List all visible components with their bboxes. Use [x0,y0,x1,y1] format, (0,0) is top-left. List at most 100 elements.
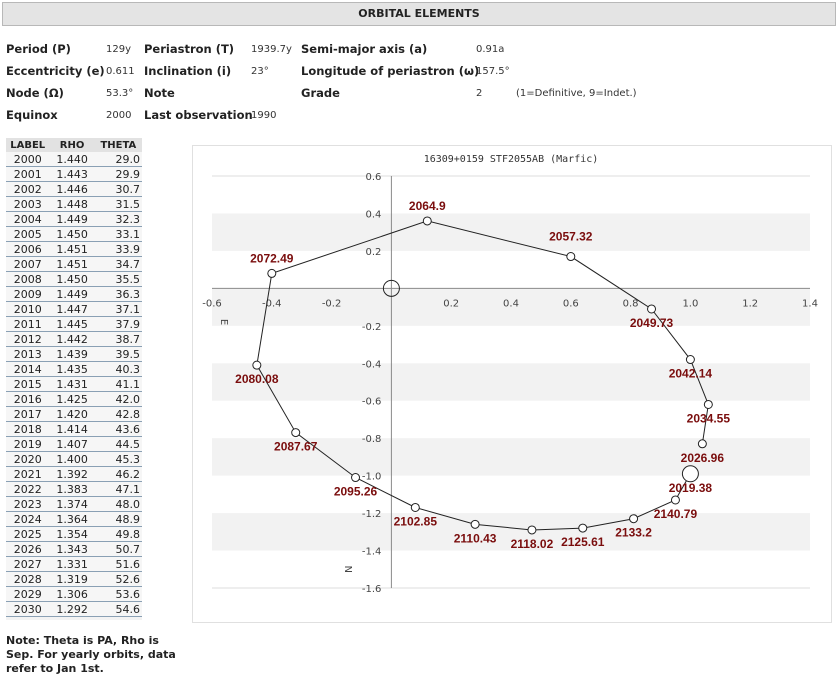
orbit-point [422,216,432,226]
cell-label: 2008 [6,271,50,287]
point-label: 2102.85 [394,514,438,528]
longitude-label: Longitude of periastron (ω) [301,64,480,78]
y-tick-label: -0.8 [362,434,382,445]
point-label: 2087.67 [274,440,318,454]
point-label: 2072.49 [250,251,294,265]
cell-label: 2028 [6,571,50,587]
table-row: 2024 1.364 48.9 [6,511,142,527]
cell-theta: 40.3 [94,361,142,377]
cell-theta: 31.5 [94,196,142,212]
point-label: 2042.14 [669,367,713,381]
cell-rho: 1.431 [49,376,95,392]
period-label: Period (P) [6,42,71,56]
ephemeris-table: LABEL RHO THETA 2000 1.440 29.0 2001 1.443 29… [6,138,142,617]
cell-rho: 1.447 [49,301,95,317]
cell-theta: 37.1 [94,301,142,317]
longitude-value: 157.5° [476,66,510,77]
cell-label: 2015 [6,376,50,392]
y-tick-label: -1.2 [362,509,382,520]
orbit-point [578,523,588,533]
orbit-point [527,525,537,535]
periastron-value: 1939.7y [251,44,292,55]
cell-rho: 1.420 [49,406,95,422]
orbit-point [670,495,680,505]
cell-label: 2021 [6,466,50,482]
node-value: 53.3° [106,88,134,99]
cell-theta: 52.6 [94,571,142,587]
cell-rho: 1.443 [49,166,95,182]
cell-rho: 1.331 [49,556,95,572]
cell-rho: 1.439 [49,346,95,362]
cell-theta: 33.9 [94,241,142,257]
orbit-point [470,519,480,529]
cell-label: 2027 [6,556,50,572]
table-row: 2027 1.331 51.6 [6,556,142,572]
point-label: 2034.55 [687,411,731,425]
x-tick-label: 0.6 [563,298,579,309]
cell-rho: 1.400 [49,451,95,467]
orbit-point [566,252,576,262]
axis-label-east: E [218,319,229,325]
cell-theta: 53.6 [94,586,142,602]
cell-rho: 1.450 [49,271,95,287]
cell-label: 2026 [6,541,50,557]
y-tick-label: 0.2 [365,247,381,258]
cell-label: 2024 [6,511,50,527]
table-row: 2013 1.439 39.5 [6,346,142,362]
table-row: 2009 1.449 36.3 [6,286,142,302]
cell-label: 2022 [6,481,50,497]
cell-theta: 36.3 [94,286,142,302]
cell-theta: 34.7 [94,256,142,272]
cell-label: 2019 [6,436,50,452]
orbit-point [410,502,420,512]
point-label: 2110.43 [454,531,497,545]
y-tick-label: -0.2 [362,322,382,333]
grid-band [212,213,810,251]
table-row: 2001 1.443 29.9 [6,166,142,182]
table-row: 2011 1.445 37.9 [6,316,142,332]
cell-label: 2002 [6,181,50,197]
table-row: 2030 1.292 54.6 [6,601,142,617]
cell-rho: 1.450 [49,226,95,242]
cell-theta: 42.8 [94,406,142,422]
cell-rho: 1.448 [49,196,95,212]
cell-theta: 41.1 [94,376,142,392]
point-label: 2095.26 [334,485,378,499]
period-value: 129y [106,44,132,55]
cell-theta: 33.1 [94,226,142,242]
column-header-rho: RHO [49,138,95,152]
cell-rho: 1.449 [49,286,95,302]
table-row: 2016 1.425 42.0 [6,391,142,407]
cell-theta: 49.8 [94,526,142,542]
orbital-elements-panel: Period (P) 129y Periastron (T) 1939.7y S… [6,40,706,128]
cell-label: 2013 [6,346,50,362]
x-tick-label: 1.0 [682,298,698,309]
cell-label: 2018 [6,421,50,437]
inclination-value: 23° [251,66,269,77]
orbit-point [697,439,707,449]
cell-label: 2007 [6,256,50,272]
cell-theta: 38.7 [94,331,142,347]
table-row: 2029 1.306 53.6 [6,586,142,602]
semimajor-label: Semi-major axis (a) [301,42,428,56]
x-tick-label: 0.2 [443,298,459,309]
cell-theta: 29.0 [94,152,142,167]
footnote: Note: Theta is PA, Rho is Sep. For yearl… [6,634,176,675]
cell-label: 2017 [6,406,50,422]
cell-label: 2006 [6,241,50,257]
y-tick-label: 0.4 [365,209,381,220]
cell-label: 2000 [6,152,50,167]
ephemeris-panel: LABEL RHO THETA 2000 1.440 29.0 2001 1.443 29… [6,138,142,620]
cell-theta: 43.6 [94,421,142,437]
y-tick-label: -0.6 [362,397,382,408]
table-row: 2021 1.392 46.2 [6,466,142,482]
cell-label: 2020 [6,451,50,467]
equinox-label: Equinox [6,108,58,122]
cell-theta: 46.2 [94,466,142,482]
grade-legend: (1=Definitive, 9=Indet.) [516,88,637,99]
cell-theta: 32.3 [94,211,142,227]
equinox-value: 2000 [106,110,132,121]
cell-rho: 1.449 [49,211,95,227]
orbit-plot: 16309+0159 STF2055AB (Marfic) -0.6 -0.4 -0.… [202,154,818,595]
cell-theta: 54.6 [94,601,142,617]
